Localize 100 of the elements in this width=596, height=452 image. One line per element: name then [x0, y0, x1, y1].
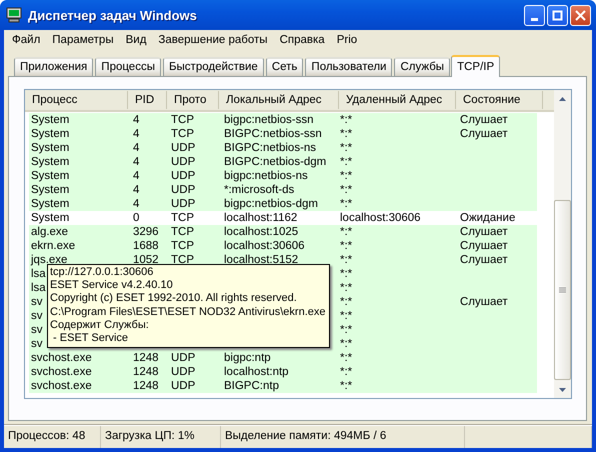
table-cell: localhost:30606 — [340, 212, 421, 224]
column-header[interactable]: Локальный Адрес — [219, 91, 339, 109]
menu-item[interactable]: Завершение работы — [152, 34, 274, 46]
menu-item[interactable]: Справка — [274, 34, 331, 46]
table-cell: *:* — [340, 366, 352, 378]
tooltip-line: C:\Program Files\ESET\ESET NOD32 Antivirus\ekrn.exe — [50, 306, 326, 319]
table-cell: localhost:5152 — [224, 254, 298, 266]
table-cell: UDP — [171, 352, 196, 364]
table-cell: bigpc:ntp — [224, 352, 271, 364]
table-cell: *:* — [340, 198, 352, 210]
close-icon — [575, 10, 586, 20]
table-cell: ekrn.exe — [31, 240, 76, 252]
menu-item[interactable]: Вид — [120, 34, 152, 46]
scrollbar[interactable] — [554, 90, 571, 398]
column-header[interactable]: Удаленный Адрес — [339, 91, 456, 109]
minimize-icon — [531, 18, 538, 20]
table-cell: *:* — [340, 156, 352, 168]
table-cell: 4 — [133, 128, 140, 140]
table-cell: Слушает — [460, 128, 508, 140]
table-cell: Ожидание — [460, 212, 516, 224]
tab[interactable]: Службы — [394, 57, 450, 76]
tab[interactable]: TCP/IP — [451, 55, 500, 77]
table-cell: *:* — [340, 254, 352, 266]
table-cell: UDP — [171, 380, 196, 392]
table-cell: UDP — [171, 156, 196, 168]
table-cell: BIGPC:ntp — [224, 380, 279, 392]
menu-item[interactable]: Prio — [330, 34, 364, 46]
tab[interactable]: Быстродействие — [162, 57, 264, 76]
maximize-button[interactable] — [547, 4, 568, 26]
table-cell: TCP — [171, 254, 194, 266]
tooltip-line: tcp://127.0.0.1:30606 — [50, 266, 154, 280]
table-cell: *:* — [340, 268, 352, 280]
table-cell: 0 — [133, 212, 140, 224]
table-cell: svchost.exe — [31, 380, 92, 392]
tab[interactable]: Пользователи — [305, 57, 392, 76]
table-cell: *:* — [340, 324, 352, 336]
table-cell: Слушает — [460, 240, 508, 252]
table-cell: 4 — [133, 170, 140, 182]
table-cell: localhost:1025 — [224, 226, 298, 238]
close-button[interactable] — [570, 4, 591, 26]
tab[interactable]: Приложения — [14, 57, 94, 76]
table-cell: 4 — [133, 142, 140, 154]
table-cell: bigpc:netbios-dgm — [224, 198, 318, 210]
table-cell: System — [31, 212, 70, 224]
table-cell: 4 — [133, 156, 140, 168]
table-cell: bigpc:netbios-ns — [224, 170, 308, 182]
table-cell: UDP — [171, 366, 196, 378]
table-cell: *:* — [340, 184, 352, 196]
table-cell: BIGPC:netbios-ssn — [224, 128, 322, 140]
scroll-up-icon[interactable] — [559, 96, 566, 100]
table-cell: *:microsoft-ds — [224, 184, 294, 196]
table-cell: svchost.exe — [31, 366, 92, 378]
table-cell: System — [31, 156, 70, 168]
status-text: Загрузка ЦП: 1% — [101, 426, 221, 448]
table-cell: System — [31, 128, 70, 140]
column-header[interactable]: Прото — [167, 91, 219, 109]
column-header[interactable]: Состояние — [456, 91, 543, 109]
tooltip-line: Copyright (c) ESET 1992-2010. All rights reserved. — [50, 292, 298, 306]
table-cell: 1052 — [133, 254, 159, 266]
table-cell: System — [31, 184, 70, 196]
tab[interactable]: Сеть — [266, 57, 304, 76]
table-cell: Слушает — [460, 296, 508, 308]
table-cell: localhost:ntp — [224, 366, 289, 378]
table-cell: 3296 — [133, 226, 159, 238]
minimize-button[interactable] — [524, 4, 545, 26]
tab[interactable]: Процессы — [95, 57, 161, 76]
table-cell: UDP — [171, 198, 196, 210]
table-cell: 4 — [133, 114, 140, 126]
table-cell: 4 — [133, 184, 140, 196]
table-cell: bigpc:netbios-ssn — [224, 114, 314, 126]
table-cell: TCP — [171, 226, 194, 238]
table-cell: UDP — [171, 184, 196, 196]
table-cell: sv — [31, 338, 42, 350]
table-cell: *:* — [340, 114, 352, 126]
column-header[interactable]: Процесс — [25, 91, 128, 109]
table-cell: TCP — [171, 212, 194, 224]
table-cell: sv — [31, 296, 42, 308]
table-cell: svchost.exe — [31, 352, 92, 364]
table-cell: Слушает — [460, 114, 508, 126]
scroll-thumb[interactable] — [554, 200, 571, 380]
menu-item[interactable]: Параметры — [46, 34, 120, 46]
table-cell: System — [31, 114, 70, 126]
computer-icon — [6, 7, 22, 23]
table-cell: 1248 — [133, 352, 159, 364]
maximize-icon — [552, 10, 563, 20]
table-cell: UDP — [171, 142, 196, 154]
column-header[interactable]: PID — [128, 91, 167, 109]
tooltip-line: ESET Service v4.2.40.10 — [50, 279, 174, 292]
table-cell: System — [31, 170, 70, 182]
table-cell: *:* — [340, 170, 352, 182]
table-cell: Слушает — [460, 254, 508, 266]
table-cell: alg.exe — [31, 226, 68, 238]
table-cell: 1688 — [133, 240, 159, 252]
scroll-down-icon[interactable] — [559, 388, 566, 392]
tooltip-line: - ESET Service — [52, 332, 130, 346]
table-cell: *:* — [340, 128, 352, 140]
table-cell: *:* — [340, 226, 352, 238]
table-cell: 1248 — [133, 380, 159, 392]
table-cell: Слушает — [460, 226, 508, 238]
menu-item[interactable]: Файл — [6, 34, 46, 46]
